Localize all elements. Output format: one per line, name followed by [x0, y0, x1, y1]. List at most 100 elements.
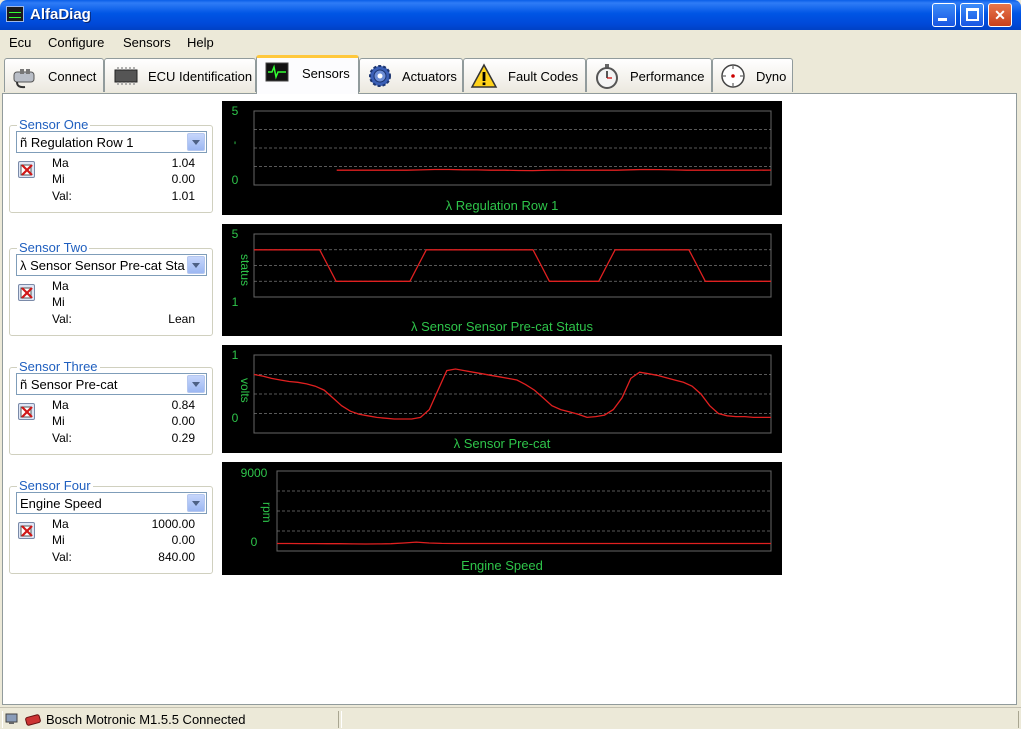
minimize-icon — [938, 18, 947, 21]
min-label: Mi — [52, 172, 65, 186]
y-tick-min: 0 — [250, 535, 258, 549]
max-label: Ma — [52, 279, 69, 293]
min-label: Mi — [52, 533, 65, 547]
remove-icon — [20, 525, 33, 537]
remove-sensor-button[interactable] — [18, 522, 35, 539]
chevron-down-icon[interactable] — [187, 133, 205, 151]
sensor-group: Sensor Two λ Sensor Sensor Pre-cat Status… — [9, 240, 213, 336]
tab-strip: Connect ECU Identification Sensors Actua… — [0, 54, 1021, 94]
sensor-group-title: Sensor Four — [17, 478, 93, 493]
gear-icon — [369, 65, 391, 87]
current-value: 0.29 — [171, 431, 195, 445]
sensor-group: Sensor Four Engine Speed Ma 1000.00 Mi 0.00 Va… — [9, 478, 213, 574]
current-value: Lean — [168, 312, 195, 326]
maximize-button[interactable] — [960, 3, 984, 27]
sensor-select[interactable]: λ Sensor Sensor Pre-cat Status — [16, 254, 207, 276]
menu-configure[interactable]: Configure — [48, 35, 104, 50]
stopwatch-icon — [596, 64, 618, 89]
tab-label: Connect — [48, 69, 97, 84]
max-value: 1000.00 — [151, 517, 195, 531]
sensor-chart: 9000 0 rpm Engine Speed — [222, 462, 782, 575]
menu-bar: Ecu Configure Sensors Help — [0, 30, 1021, 54]
max-label: Ma — [52, 156, 69, 170]
min-value: 0.00 — [171, 414, 195, 428]
sensor-select[interactable]: ñ Regulation Row 1 — [16, 131, 207, 153]
menu-ecu[interactable]: Ecu — [9, 35, 31, 50]
min-label: Mi — [52, 295, 65, 309]
sensor-select-value: ñ Regulation Row 1 — [20, 135, 134, 150]
chart-title: λ Sensor Sensor Pre-cat Status — [410, 319, 594, 334]
y-tick-max: 9000 — [240, 466, 268, 480]
y-tick-mid: ' — [233, 139, 237, 153]
value-label: Val: — [52, 189, 72, 203]
y-tick-min: 1 — [231, 295, 239, 309]
y-tick-min: 0 — [231, 411, 239, 425]
maximize-icon — [966, 8, 979, 21]
chip-icon — [114, 67, 138, 85]
sensor-chart: 5 1 status λ Sensor Sensor Pre-cat Status — [222, 224, 782, 336]
sensor-select-value: λ Sensor Sensor Pre-cat Status — [20, 258, 185, 273]
tab-performance[interactable]: Performance — [586, 58, 712, 92]
tab-dyno[interactable]: Dyno — [712, 58, 793, 92]
sensor-select[interactable]: Engine Speed — [16, 492, 207, 514]
tab-label: Fault Codes — [508, 69, 579, 84]
max-value: 0.84 — [171, 398, 195, 412]
menu-sensors[interactable]: Sensors — [123, 35, 171, 50]
status-bar: Bosch Motronic M1.5.5 Connected — [0, 707, 1021, 729]
current-value: 1.01 — [171, 189, 195, 203]
sensor-group-title: Sensor Two — [17, 240, 90, 255]
sensor-select-value: ñ Sensor Pre-cat — [20, 377, 118, 392]
menu-help[interactable]: Help — [187, 35, 214, 50]
tab-label: Actuators — [402, 69, 457, 84]
chevron-down-icon[interactable] — [187, 256, 205, 274]
tab-label: Dyno — [756, 69, 787, 84]
tab-ecu-identification[interactable]: ECU Identification — [104, 58, 256, 92]
sensor-group: Sensor One ñ Regulation Row 1 Ma 1.04 Mi 0.00… — [9, 117, 213, 213]
plug-icon — [13, 69, 35, 89]
max-label: Ma — [52, 517, 69, 531]
chevron-down-icon[interactable] — [187, 375, 205, 393]
min-value: 0.00 — [171, 533, 195, 547]
value-label: Val: — [52, 550, 72, 564]
close-icon: ✕ — [994, 7, 1006, 23]
chevron-down-icon[interactable] — [187, 494, 205, 512]
y-axis-label: status — [238, 254, 252, 287]
current-value: 840.00 — [158, 550, 195, 564]
status-cell-secondary — [341, 711, 1019, 728]
tab-label: Performance — [630, 69, 705, 84]
remove-icon — [20, 164, 33, 176]
connection-icon — [25, 714, 41, 726]
y-tick-max: 5 — [231, 227, 239, 241]
sensor-chart: 1 0 volts λ Sensor Pre-cat — [222, 345, 782, 453]
oscilloscope-icon — [265, 62, 289, 82]
window-title: AlfaDiag — [30, 6, 91, 23]
remove-sensor-button[interactable] — [18, 161, 35, 178]
y-axis-label: volts — [238, 378, 252, 403]
min-label: Mi — [52, 414, 65, 428]
close-button[interactable]: ✕ — [988, 3, 1012, 27]
sensor-select-value: Engine Speed — [20, 496, 102, 511]
remove-icon — [20, 406, 33, 418]
sensor-group-title: Sensor One — [17, 117, 91, 132]
remove-sensor-button[interactable] — [18, 403, 35, 420]
tab-sensors[interactable]: Sensors — [256, 55, 359, 94]
tab-label: ECU Identification — [148, 69, 253, 84]
series-line — [277, 541, 771, 545]
remove-sensor-button[interactable] — [18, 284, 35, 301]
y-tick-max: 1 — [231, 348, 239, 362]
tab-actuators[interactable]: Actuators — [359, 58, 463, 92]
tab-fault-codes[interactable]: Fault Codes — [463, 58, 586, 92]
chart-title: λ Sensor Pre-cat — [453, 436, 551, 451]
warning-icon — [470, 63, 498, 88]
sensor-chart: 5 ' 0 λ Regulation Row 1 — [222, 101, 782, 215]
y-axis-label: rpm — [260, 502, 274, 523]
chart-title: Engine Speed — [461, 558, 543, 573]
max-value: 1.04 — [171, 156, 195, 170]
monitor-icon — [5, 713, 18, 724]
max-label: Ma — [52, 398, 69, 412]
y-tick-max: 5 — [231, 104, 239, 118]
value-label: Val: — [52, 312, 72, 326]
minimize-button[interactable] — [932, 3, 956, 27]
sensor-select[interactable]: ñ Sensor Pre-cat — [16, 373, 207, 395]
tab-connect[interactable]: Connect — [4, 58, 104, 92]
